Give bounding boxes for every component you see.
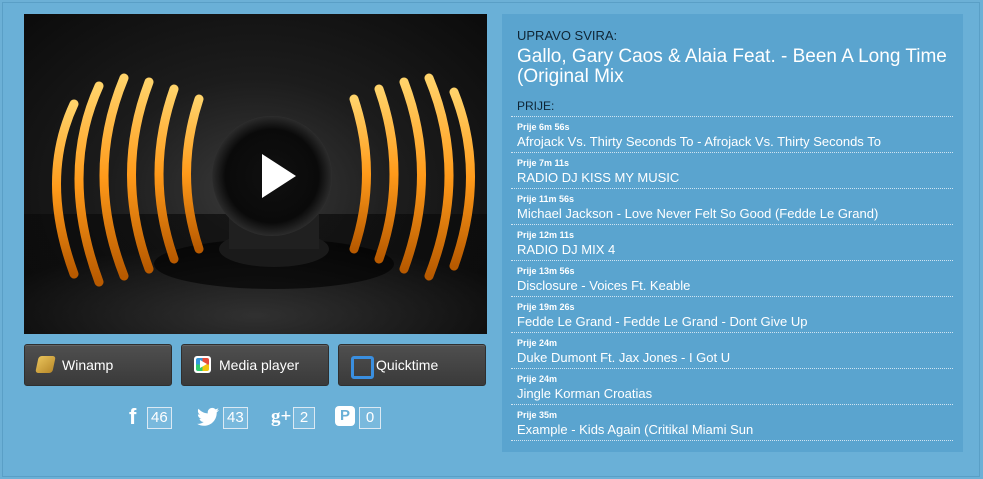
- pinterest-count: 0: [359, 407, 381, 429]
- list-item: Prije 13m 56s Disclosure - Voices Ft. Ke…: [511, 261, 953, 297]
- list-item: Prije 7m 11s RADIO DJ KISS MY MUSIC: [511, 153, 953, 189]
- player-artwork[interactable]: [24, 14, 487, 334]
- history-list: Prije 6m 56s Afrojack Vs. Thirty Seconds…: [511, 116, 953, 441]
- history-title: Disclosure - Voices Ft. Keable: [517, 278, 691, 293]
- quicktime-label: Quicktime: [376, 357, 439, 373]
- quicktime-icon: [351, 356, 374, 379]
- now-playing-panel: UPRAVO SVIRA: Gallo, Gary Caos & Alaia F…: [502, 14, 963, 452]
- history-title: Jingle Korman Croatias: [517, 386, 653, 401]
- history-time: Prije 7m 11s: [517, 158, 570, 168]
- history-title: RADIO DJ MIX 4: [517, 242, 616, 257]
- history-time: Prije 35m: [517, 410, 558, 420]
- media-player-label: Media player: [219, 357, 300, 373]
- history-time: Prije 6m 56s: [517, 122, 570, 132]
- twitter-count: 43: [223, 407, 248, 429]
- list-item: Prije 19m 26s Fedde Le Grand - Fedde Le …: [511, 297, 953, 333]
- history-title: Duke Dumont Ft. Jax Jones - I Got U: [517, 350, 731, 365]
- winamp-label: Winamp: [62, 357, 114, 373]
- history-title: Example - Kids Again (Critikal Miami Sun: [517, 422, 754, 437]
- media-player-icon: [194, 356, 211, 373]
- history-time: Prije 12m 11s: [517, 230, 575, 240]
- history-time: Prije 24m: [517, 338, 558, 348]
- list-item: Prije 6m 56s Afrojack Vs. Thirty Seconds…: [511, 117, 953, 153]
- history-title: Michael Jackson - Love Never Felt So Goo…: [517, 206, 879, 221]
- list-item: Prije 11m 56s Michael Jackson - Love Nev…: [511, 189, 953, 225]
- history-time: Prije 19m 26s: [517, 302, 575, 312]
- list-item: Prije 24m Jingle Korman Croatias: [511, 369, 953, 405]
- media-player-button[interactable]: Media player: [181, 344, 329, 386]
- facebook-share[interactable]: f 46: [129, 405, 181, 431]
- winamp-icon: [35, 356, 56, 373]
- facebook-icon: f: [129, 404, 137, 429]
- now-playing-label: UPRAVO SVIRA:: [517, 28, 618, 43]
- list-item: Prije 35m Example - Kids Again (Critikal…: [511, 405, 953, 441]
- radio-widget: Winamp Media player Quicktime f 46 43 g+…: [2, 2, 980, 477]
- list-item: Prije 12m 11s RADIO DJ MIX 4: [511, 225, 953, 261]
- winamp-button[interactable]: Winamp: [24, 344, 172, 386]
- google-plus-share[interactable]: g+ 2: [271, 405, 317, 431]
- list-item: Prije 24m Duke Dumont Ft. Jax Jones - I …: [511, 333, 953, 369]
- play-button[interactable]: [212, 116, 332, 236]
- history-title: RADIO DJ KISS MY MUSIC: [517, 170, 680, 185]
- google-plus-count: 2: [293, 407, 315, 429]
- play-icon: [262, 154, 296, 198]
- pinterest-icon: P: [335, 406, 355, 426]
- history-time: Prije 11m 56s: [517, 194, 575, 204]
- twitter-share[interactable]: 43: [197, 405, 253, 431]
- twitter-icon: [197, 407, 219, 426]
- google-plus-icon: g+: [271, 406, 292, 427]
- quicktime-button[interactable]: Quicktime: [338, 344, 486, 386]
- now-playing-title: Gallo, Gary Caos & Alaia Feat. - Been A …: [517, 46, 947, 87]
- history-label: PRIJE:: [517, 99, 555, 113]
- pinterest-share[interactable]: P 0: [335, 405, 381, 431]
- history-title: Fedde Le Grand - Fedde Le Grand - Dont G…: [517, 314, 808, 329]
- facebook-count: 46: [147, 407, 172, 429]
- history-time: Prije 13m 56s: [517, 266, 575, 276]
- history-title: Afrojack Vs. Thirty Seconds To - Afrojac…: [517, 134, 881, 149]
- history-time: Prije 24m: [517, 374, 558, 384]
